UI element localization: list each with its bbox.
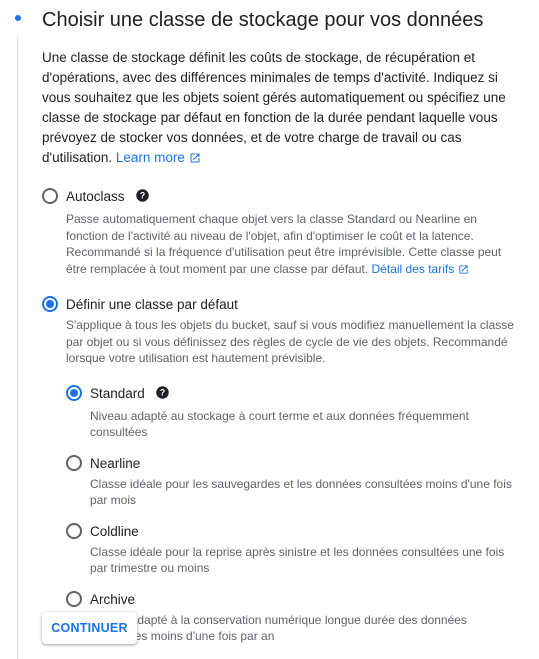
standard-help-icon[interactable]: ? <box>155 385 170 405</box>
autoclass-label[interactable]: Autoclass <box>66 188 125 205</box>
nearline-label[interactable]: Nearline <box>90 455 140 472</box>
autoclass-description: Passe automatiquement chaque objet vers … <box>66 211 522 279</box>
class-option-standard: Standard ? Niveau adapté au stockage à c… <box>66 384 522 441</box>
coldline-radio[interactable] <box>66 522 82 539</box>
autoclass-radio[interactable] <box>42 188 58 204</box>
continue-button[interactable]: CONTINUER <box>42 612 137 644</box>
page-title: Choisir une classe de stockage pour vos … <box>42 9 484 31</box>
learn-more-label: Learn more <box>115 150 185 165</box>
storage-class-radio-group: Standard ? Niveau adapté au stockage à c… <box>66 384 522 645</box>
step-connector-line <box>17 36 18 659</box>
coldline-description: Classe idéale pour la reprise après sini… <box>90 544 505 576</box>
standard-description: Niveau adapté au stockage à court terme … <box>90 408 469 440</box>
step-indicator-dot <box>15 15 21 21</box>
option-default-class: Définir une classe par défaut S'applique… <box>42 296 522 645</box>
default-class-radio[interactable] <box>42 296 58 312</box>
default-class-label[interactable]: Définir une classe par défaut <box>66 296 238 313</box>
nearline-radio[interactable] <box>66 454 82 471</box>
storage-class-section: Choisir une classe de stockage pour vos … <box>42 0 522 645</box>
standard-radio[interactable] <box>66 384 82 401</box>
archive-description: Niveau adapté à la conservation numériqu… <box>90 612 467 644</box>
learn-more-link[interactable]: Learn more <box>116 150 201 165</box>
nearline-description: Classe idéale pour les sauvegardes et le… <box>90 476 512 508</box>
svg-text:?: ? <box>160 387 165 397</box>
external-link-icon <box>458 263 469 280</box>
class-option-nearline: Nearline Classe idéale pour les sauvegar… <box>66 454 522 509</box>
pricing-details-link[interactable]: Détail des tarifs <box>372 262 469 276</box>
default-class-description: S'applique à tous les objets du bucket, … <box>66 318 514 365</box>
mode-radio-group: Autoclass ? Passe automatiquement chaque… <box>42 188 522 645</box>
autoclass-help-icon[interactable]: ? <box>135 188 150 208</box>
archive-radio[interactable] <box>66 590 82 607</box>
pricing-details-label: Détail des tarifs <box>371 261 455 276</box>
archive-label[interactable]: Archive <box>90 591 135 608</box>
intro-paragraph: Une classe de stockage définit les coûts… <box>42 48 520 170</box>
coldline-label[interactable]: Coldline <box>90 523 139 540</box>
option-autoclass: Autoclass ? Passe automatiquement chaque… <box>42 188 522 279</box>
standard-label[interactable]: Standard <box>90 385 145 402</box>
class-option-coldline: Coldline Classe idéale pour la reprise a… <box>66 522 522 577</box>
external-link-icon <box>189 150 201 170</box>
svg-text:?: ? <box>140 191 145 201</box>
intro-text: Une classe de stockage définit les coûts… <box>42 50 506 165</box>
